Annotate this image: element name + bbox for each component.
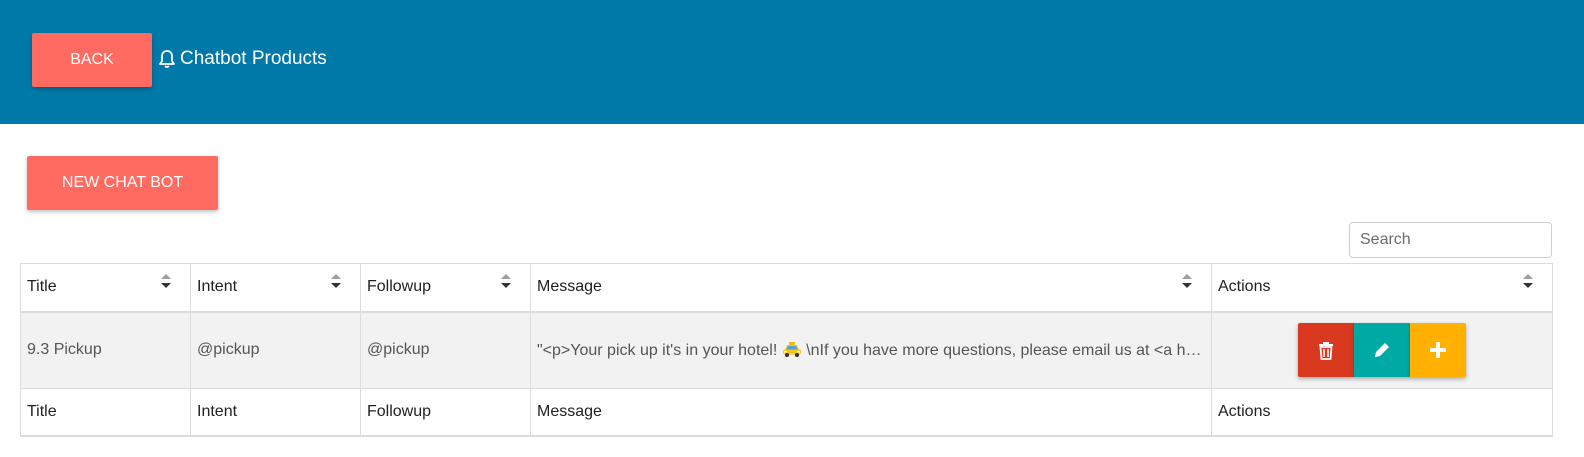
message-text-start: "<p>Your pick up it's in your hotel! — [537, 341, 782, 359]
cell-title: 9.3 Pickup — [20, 311, 191, 389]
footer-actions: Actions — [1211, 388, 1553, 437]
edit-button[interactable] — [1354, 323, 1410, 378]
table-footer-row: Title Intent Followup Message Actions — [20, 388, 1553, 437]
column-header-intent[interactable]: Intent — [190, 263, 361, 313]
cell-actions — [1211, 311, 1553, 389]
pencil-icon — [1375, 343, 1389, 358]
add-button[interactable] — [1410, 323, 1466, 378]
row-actions — [1218, 323, 1546, 378]
footer-message: Message — [530, 388, 1212, 437]
column-header-actions[interactable]: Actions — [1211, 263, 1553, 313]
page-title: Chatbot Products — [158, 45, 327, 73]
trash-icon — [1319, 342, 1333, 361]
sort-icon — [161, 274, 171, 288]
page-title-text: Chatbot Products — [180, 48, 327, 69]
delete-button[interactable] — [1298, 323, 1354, 378]
taxi-emoji-icon — [782, 341, 801, 357]
footer-title: Title — [20, 388, 191, 437]
bell-icon — [159, 50, 175, 68]
search-input[interactable] — [1349, 222, 1552, 258]
sort-icon — [501, 274, 511, 288]
sort-icon — [1182, 274, 1192, 288]
new-chat-bot-button[interactable]: NEW CHAT BOT — [27, 156, 218, 210]
column-header-message[interactable]: Message — [530, 263, 1212, 313]
sort-icon — [1523, 274, 1533, 288]
plus-icon — [1430, 342, 1446, 359]
footer-intent: Intent — [190, 388, 361, 437]
table-header-row: Title Intent Followup Message Actions — [20, 263, 1553, 313]
cell-followup: @pickup — [360, 311, 531, 389]
chatbot-table: Title Intent Followup Message Actions 9.… — [20, 263, 1553, 437]
message-text-end: \nIf you have more questions, please ema… — [806, 341, 1210, 359]
table-row: 9.3 Pickup @pickup @pickup "<p>Your pick… — [20, 311, 1553, 389]
column-header-followup[interactable]: Followup — [360, 263, 531, 313]
footer-followup: Followup — [360, 388, 531, 437]
sort-icon — [331, 274, 341, 288]
top-bar: BACK Chatbot Products — [0, 0, 1584, 124]
cell-intent: @pickup — [190, 311, 361, 389]
cell-message: "<p>Your pick up it's in your hotel! \nI… — [530, 311, 1212, 389]
column-header-title[interactable]: Title — [20, 263, 191, 313]
back-button[interactable]: BACK — [32, 33, 152, 87]
